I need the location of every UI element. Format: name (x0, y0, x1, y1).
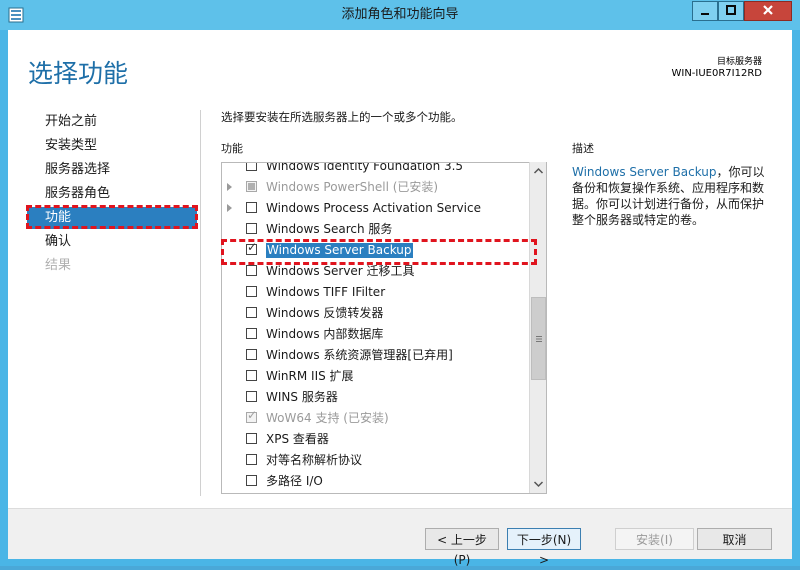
feature-checkbox[interactable] (246, 433, 257, 444)
feature-row-resource-manager[interactable]: Windows 系统资源管理器[已弃用] (222, 345, 530, 366)
cancel-button[interactable]: 取消 (697, 528, 772, 550)
instruction-text: 选择要安装在所选服务器上的一个或多个功能。 (221, 110, 463, 124)
feature-row-search-service[interactable]: Windows Search 服务 (222, 219, 530, 240)
previous-button[interactable]: < 上一步(P) (425, 528, 499, 567)
nav-item-server-roles[interactable]: 服务器角色 (45, 184, 110, 204)
feature-row-powershell[interactable]: Windows PowerShell (已安装) (222, 177, 530, 198)
feature-row-pnrp[interactable]: 对等名称解析协议 (222, 450, 530, 471)
features-heading: 功能 (221, 142, 243, 155)
feature-checkbox[interactable] (246, 202, 257, 213)
checkmark-icon: ✓ (247, 408, 258, 422)
feature-label: 对等名称解析协议 (266, 453, 363, 467)
close-button[interactable] (744, 1, 792, 21)
target-server-name: WIN-IUE0R7I12RD (671, 68, 762, 79)
feature-checkbox[interactable] (246, 307, 257, 318)
feature-label: WoW64 支持 (已安装) (266, 411, 389, 425)
feature-row-feedback-forwarder[interactable]: Windows 反馈转发器 (222, 303, 530, 324)
title-bar[interactable]: 添加角色和功能向导 (0, 0, 800, 30)
expand-arrow-icon[interactable] (227, 204, 232, 212)
chevron-up-icon (533, 167, 544, 174)
feature-row-wow64[interactable]: ✓ WoW64 支持 (已安装) (222, 408, 530, 429)
feature-checkbox[interactable] (246, 223, 257, 234)
wizard-client-area: 选择功能 目标服务器 WIN-IUE0R7I12RD 开始之前 安装类型 服务器… (8, 30, 792, 567)
nav-separator (200, 110, 201, 496)
feature-checkbox (246, 181, 257, 192)
maximize-button[interactable] (718, 1, 744, 21)
feature-row-process-activation[interactable]: Windows Process Activation Service (222, 198, 530, 219)
features-scrollbar[interactable] (529, 162, 546, 493)
feature-checkbox[interactable] (246, 391, 257, 402)
install-button: 安装(I) (615, 528, 694, 550)
feature-checkbox[interactable] (246, 349, 257, 360)
nav-item-results: 结果 (45, 258, 72, 273)
target-server-label: 目标服务器 (716, 57, 762, 67)
feature-checkbox[interactable] (246, 475, 257, 486)
feature-label: Windows Search 服务 (266, 222, 393, 236)
nav-item-confirmation[interactable]: 确认 (45, 232, 71, 252)
scroll-up-button[interactable] (531, 163, 546, 179)
wizard-window: 添加角色和功能向导 选择功能 目标服务器 WIN-IUE0R7I12RD 开始之… (0, 0, 800, 567)
feature-checkbox[interactable] (246, 454, 257, 465)
feature-row-identity-foundation[interactable]: Windows Identity Foundation 3.5 (222, 162, 530, 177)
chevron-down-icon (533, 481, 544, 488)
wizard-footer: < 上一步(P) 下一步(N) > 安装(I) 取消 (8, 508, 792, 567)
highlight-box-server-backup (221, 239, 537, 265)
next-button[interactable]: 下一步(N) > (507, 528, 581, 567)
nav-item-before-you-begin[interactable]: 开始之前 (45, 112, 97, 132)
nav-item-installation-type[interactable]: 安装类型 (45, 136, 97, 156)
feature-label: Windows 内部数据库 (266, 327, 384, 341)
feature-label: Windows 系统资源管理器[已弃用] (266, 348, 453, 362)
scroll-down-button[interactable] (531, 476, 546, 492)
page-title: 选择功能 (28, 59, 129, 88)
feature-row-multipath-io[interactable]: 多路径 I/O (222, 471, 530, 492)
feature-label: WinRM IIS 扩展 (266, 369, 354, 383)
feature-checkbox[interactable] (246, 163, 257, 171)
features-list[interactable]: Windows Identity Foundation 3.5 Windows … (221, 162, 547, 494)
feature-row-wins-server[interactable]: WINS 服务器 (222, 387, 530, 408)
feature-checkbox[interactable] (246, 370, 257, 381)
feature-label: WINS 服务器 (266, 390, 338, 404)
window-title: 添加角色和功能向导 (341, 7, 459, 22)
feature-row-xps-viewer[interactable]: XPS 查看器 (222, 429, 530, 450)
scroll-thumb[interactable] (531, 297, 546, 380)
feature-row-tiff-ifilter[interactable]: Windows TIFF IFilter (222, 282, 530, 303)
description-heading: 描述 (572, 142, 594, 155)
feature-label: Windows Identity Foundation 3.5 (266, 162, 464, 173)
feature-label: 多路径 I/O (266, 474, 323, 488)
nav-item-server-selection[interactable]: 服务器选择 (45, 160, 110, 180)
feature-label: Windows TIFF IFilter (266, 285, 386, 299)
grip-icon (536, 336, 542, 342)
description-link[interactable]: Windows Server Backup (572, 165, 717, 179)
feature-label: Windows 反馈转发器 (266, 306, 384, 320)
feature-row-winrm-iis[interactable]: WinRM IIS 扩展 (222, 366, 530, 387)
feature-label: Windows Server 迁移工具 (266, 264, 415, 278)
description-text: Windows Server Backup，你可以备份和恢复操作系统、应用程序和… (572, 164, 772, 228)
maximize-icon (726, 5, 736, 15)
feature-label: Windows PowerShell (已安装) (266, 180, 439, 194)
feature-row-internal-database[interactable]: Windows 内部数据库 (222, 324, 530, 345)
feature-checkbox[interactable] (246, 328, 257, 339)
feature-checkbox[interactable] (246, 265, 257, 276)
highlight-box-nav (26, 205, 198, 229)
minimize-icon (701, 13, 709, 15)
minimize-button[interactable] (692, 1, 718, 21)
feature-label: XPS 查看器 (266, 432, 329, 446)
expand-arrow-icon[interactable] (227, 183, 232, 191)
feature-label: Windows Process Activation Service (266, 201, 481, 215)
feature-checkbox[interactable] (246, 286, 257, 297)
close-icon (763, 5, 773, 15)
